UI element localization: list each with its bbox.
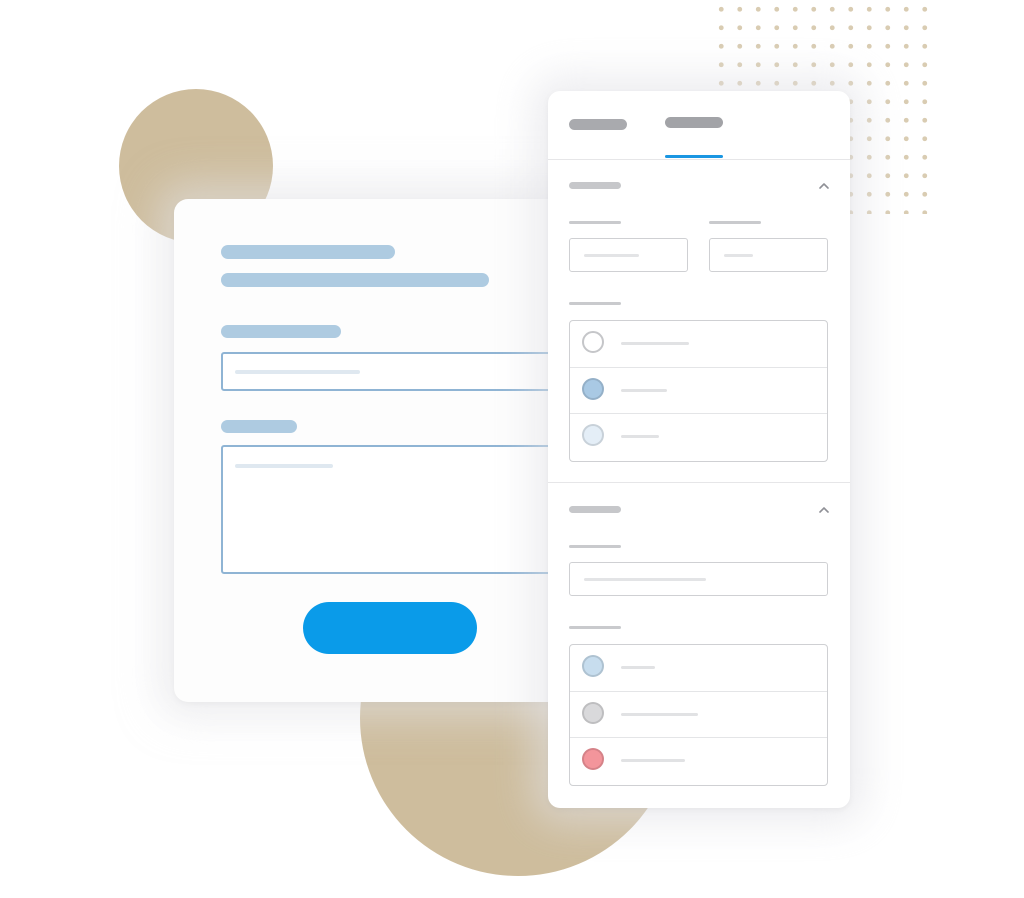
list-item[interactable] — [570, 368, 827, 414]
tab-second[interactable] — [665, 117, 723, 128]
list-item[interactable] — [570, 738, 827, 784]
section-2-title-placeholder — [569, 506, 621, 513]
input-text-placeholder — [235, 370, 360, 374]
section-divider — [548, 482, 850, 483]
field-label-placeholder — [221, 325, 341, 338]
tab-first[interactable] — [569, 119, 627, 130]
option-label-placeholder — [621, 388, 667, 392]
options-label-placeholder — [569, 302, 621, 305]
list-item[interactable] — [570, 645, 827, 692]
list-item[interactable] — [570, 414, 827, 460]
radio-option-list — [569, 320, 828, 462]
form-title-placeholder — [221, 245, 395, 259]
options-label-placeholder — [569, 626, 621, 629]
chevron-up-icon[interactable] — [818, 180, 830, 192]
option-label-placeholder — [621, 759, 685, 762]
form-subtitle-placeholder — [221, 273, 489, 287]
radio-button-icon[interactable] — [582, 655, 604, 677]
input-text-placeholder — [584, 254, 639, 257]
option-label-placeholder — [621, 666, 655, 669]
radio-option-list — [569, 644, 828, 786]
small-input-field-right[interactable] — [709, 238, 828, 272]
input-text-placeholder — [724, 254, 753, 257]
list-item[interactable] — [570, 321, 827, 368]
option-label-placeholder — [621, 342, 689, 345]
option-label-placeholder — [621, 712, 698, 716]
form-card — [174, 199, 621, 702]
field-label-placeholder — [709, 221, 761, 224]
radio-button-icon[interactable] — [582, 424, 604, 446]
section-1-title-placeholder — [569, 182, 621, 189]
wide-input-field[interactable] — [569, 562, 828, 596]
submit-button[interactable] — [303, 602, 477, 654]
option-label-placeholder — [621, 435, 659, 438]
radio-button-icon[interactable] — [582, 377, 604, 400]
field-label-placeholder — [569, 221, 621, 224]
tabs-divider — [548, 159, 850, 160]
textarea-text-placeholder — [235, 464, 333, 468]
tab-active-indicator — [665, 155, 723, 158]
chevron-up-icon[interactable] — [818, 504, 830, 516]
settings-panel — [548, 91, 850, 808]
radio-button-icon[interactable] — [582, 748, 604, 770]
small-input-field-left[interactable] — [569, 238, 688, 272]
radio-button-icon[interactable] — [582, 331, 604, 353]
input-text-placeholder — [584, 578, 706, 581]
radio-button-icon[interactable] — [582, 701, 604, 724]
list-item[interactable] — [570, 692, 827, 738]
field-label-placeholder — [569, 545, 621, 548]
textarea-label-placeholder — [221, 420, 297, 433]
